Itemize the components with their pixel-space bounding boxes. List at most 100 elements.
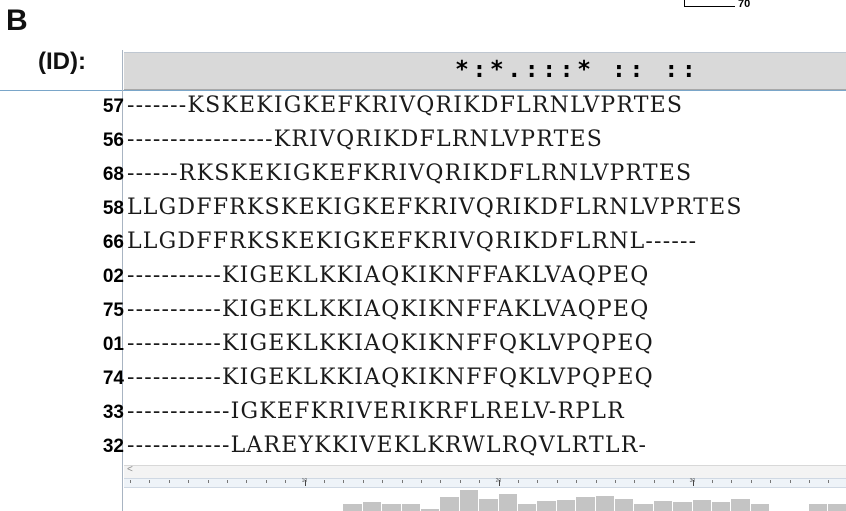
ruler-tick [789,480,791,483]
conservation-bar [615,498,634,511]
ruler-tick [556,480,558,483]
sequence-id: 56 [102,130,124,151]
ruler-tick [576,480,578,483]
ruler-label: 30 [689,478,696,484]
ruler-tick [809,480,810,483]
ruler-tick [421,480,422,483]
horizontal-scrollbar[interactable]: < [124,464,846,478]
conservation-bar [556,499,576,511]
conservation-bar [440,497,459,511]
ruler-tick [615,480,616,483]
ruler-tick [595,480,597,483]
sequence-id: 33 [102,402,124,423]
alignment-row[interactable]: 75 -----------KIGEKLKKIAQKIKNFFAKLVAQPEQ [0,296,846,330]
ruler-tick [401,480,403,483]
ruler-tick [207,480,209,483]
alignment-row[interactable]: 01 -----------KIGEKLKKIAQKIKNFFQKLVPQPEQ [0,330,846,364]
scale-bar [684,0,735,7]
ruler-tick [673,480,675,483]
ruler-tick [537,480,539,483]
sequence-id: 01 [102,334,124,355]
conservation-bar [712,502,731,511]
ruler-tick [149,480,151,483]
conservation-bar [362,502,382,511]
sequence-id: 32 [102,436,124,457]
conservation-bar [595,496,614,511]
ruler-tick [828,480,830,483]
alignment-row[interactable]: 74 -----------KIGEKLKKIAQKIKNFFQKLVPQPEQ [0,364,846,398]
ruler-tick [246,480,248,483]
ruler-tick [712,480,713,483]
alignment-row[interactable]: 02 -----------KIGEKLKKIAQKIKNFFAKLVAQPEQ [0,262,846,296]
sequence-id: 58 [102,198,124,219]
conservation-bar [576,497,595,511]
ruler-tick [518,480,519,483]
ruler-tick [731,480,733,483]
ruler-tick [382,480,384,483]
ruler-tick [362,480,364,483]
sequence-id: 57 [102,96,124,117]
sequence-text: -------KSKEKIGKEFKRIVQRIKDFLRNLVPRTES [127,93,684,118]
alignment-row[interactable]: 56 -----------------KRIVQRIKDFLRNLVPRTES [0,126,846,160]
sequence-text: -----------------KRIVQRIKDFLRNLVPRTES [127,127,604,152]
scale-bar-label: 70 [738,0,751,10]
alignment-row[interactable]: 32 ------------LAREYKKIVEKLKRWLRQVLRTLR- [0,432,846,466]
sequence-text: -----------KIGEKLKKIAQKIKNFFAKLVAQPEQ [127,263,650,288]
sequence-text: ------------LAREYKKIVEKLKRWLRQVLRTLR- [127,433,648,458]
ruler-label: 20 [495,478,502,484]
sequence-id: 66 [102,232,124,253]
alignment-row[interactable]: 33 ------------IGKEFKRIVERIKRFLRELV-RPLR [0,398,846,432]
conservation-bar [634,503,653,511]
ruler-tick [459,480,461,483]
sequence-text: -----------KIGEKLKKIAQKIKNFFAKLVAQPEQ [127,297,650,322]
sequence-text: -----------KIGEKLKKIAQKIKNFFQKLVPQPEQ [127,365,654,390]
id-column-header: (ID): [38,48,86,75]
conservation-bar [673,502,692,511]
conservation-bar [731,498,750,511]
ruler-tick [324,480,325,483]
sequence-id: 75 [102,300,124,321]
ruler-tick [750,480,752,483]
alignment-row[interactable]: 57 -------KSKEKIGKEFKRIVQRIKDFLRNLVPRTES [0,92,846,126]
conservation-bar [692,499,711,511]
conservation-bar [498,493,517,511]
conservation-bar [809,503,828,511]
ruler-tick [343,480,345,483]
ruler-tick [770,480,772,483]
sequence-text: -----------KIGEKLKKIAQKIKNFFQKLVPQPEQ [127,331,654,356]
ruler-tick [130,480,131,483]
sequence-text: ------------IGKEFKRIVERIKRFLRELV-RPLR [127,399,625,424]
conservation-bar [537,501,556,511]
ruler-tick [479,480,481,483]
alignment-row[interactable]: 68 ------RKSKEKIGKEFKRIVQRIKDFLRNLVPRTES [0,160,846,194]
ruler-tick [634,480,636,483]
sequence-id: 74 [102,368,124,389]
conservation-histogram [124,486,846,511]
sequence-id: 02 [102,266,124,287]
alignment-row[interactable]: 58 LLGDFFRKSKEKIGKEFKRIVQRIKDFLRNLVPRTES [0,194,846,228]
ruler-tick [265,480,267,483]
alignment-row[interactable]: 66 LLGDFFRKSKEKIGKEFKRIVQRIKDFLRNL------ [0,228,846,262]
sequence-text: LLGDFFRKSKEKIGKEFKRIVQRIKDFLRNLVPRTES [127,195,743,220]
conservation-bar [459,489,479,511]
conservation-bar [479,498,498,511]
conservation-bar [401,503,420,511]
ruler-tick [285,480,287,483]
ruler-tick [440,480,442,483]
conservation-bar [653,501,673,511]
ruler-tick [227,480,228,483]
conservation-bar [382,503,401,511]
ruler-tick [168,480,170,483]
sequence-text: LLGDFFRKSKEKIGKEFKRIVQRIKDFLRNL------ [127,229,698,254]
sequence-text: ------RKSKEKIGKEFKRIVQRIKDFLRNLVPRTES [127,161,693,186]
ruler-tick [188,480,190,483]
sequence-id: 68 [102,164,124,185]
ruler-tick [653,480,655,483]
ruler-label: 10 [301,478,308,484]
conservation-bar [828,503,846,511]
consensus-line: *:*.:::* :: :: [455,57,700,83]
conservation-bar [518,503,537,511]
conservation-bar [750,503,770,511]
scroll-left-arrow-icon[interactable]: < [127,464,133,475]
conservation-bar [343,503,362,511]
